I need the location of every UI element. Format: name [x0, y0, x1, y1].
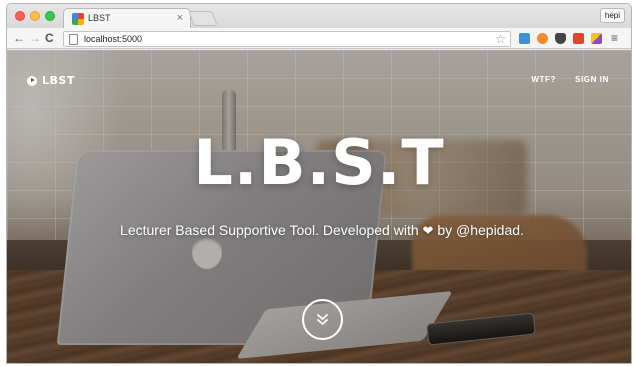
browser-window: LBST × hepi ← → C localhost:5000 ☆ ≡ LBS…	[6, 3, 632, 364]
address-bar[interactable]: localhost:5000 ☆	[63, 31, 511, 47]
nav-sign-in-link[interactable]: SIGN IN	[575, 75, 609, 84]
hero-subtitle-text-1: Lecturer Based Supportive Tool. Develope…	[120, 222, 419, 238]
extension-orange-icon[interactable]	[537, 33, 548, 44]
double-chevron-down-icon	[317, 314, 328, 325]
site-navbar: LBST WTF? SIGN IN	[7, 50, 631, 110]
browser-tab[interactable]: LBST ×	[63, 8, 191, 29]
favicon-icon	[72, 13, 84, 25]
nav-links: WTF? SIGN IN	[531, 75, 609, 84]
extension-red-icon[interactable]	[573, 33, 584, 44]
browser-toolbar: ← → C localhost:5000 ☆ ≡	[7, 28, 631, 49]
page-icon	[69, 34, 78, 45]
reload-button[interactable]: C	[45, 31, 54, 45]
close-window-button[interactable]	[15, 11, 25, 21]
forward-button[interactable]: →	[29, 31, 41, 45]
brand-link[interactable]: LBST	[27, 74, 75, 87]
play-circle-icon	[27, 75, 37, 86]
profile-button[interactable]: hepi	[599, 8, 625, 23]
extension-multicolor-icon[interactable]	[591, 33, 602, 44]
hero-subtitle: Lecturer Based Supportive Tool. Develope…	[102, 218, 542, 243]
hero-subtitle-text-2: by @hepidad.	[437, 222, 524, 238]
hero-title: L.B.S.T	[193, 126, 445, 199]
back-button[interactable]: ←	[13, 31, 25, 45]
tab-strip: LBST × hepi	[7, 4, 631, 29]
heart-icon: ❤	[422, 223, 434, 238]
scroll-down-button[interactable]	[302, 299, 343, 340]
new-tab-button[interactable]	[188, 11, 218, 26]
bookmark-star-icon[interactable]: ☆	[495, 32, 506, 46]
extension-blue-icon[interactable]	[519, 33, 530, 44]
tab-title: LBST	[88, 13, 111, 23]
tab-close-icon[interactable]: ×	[177, 12, 183, 24]
nav-wtf-link[interactable]: WTF?	[531, 75, 556, 84]
chrome-menu-icon[interactable]: ≡	[611, 31, 618, 45]
page-viewport: LBST WTF? SIGN IN L.B.S.T Lecturer Based…	[7, 50, 631, 363]
pocket-icon[interactable]	[555, 33, 566, 44]
minimize-window-button[interactable]	[30, 11, 40, 21]
maximize-window-button[interactable]	[45, 11, 55, 21]
brand-name: LBST	[42, 74, 75, 87]
url-text[interactable]: localhost:5000	[84, 34, 142, 44]
